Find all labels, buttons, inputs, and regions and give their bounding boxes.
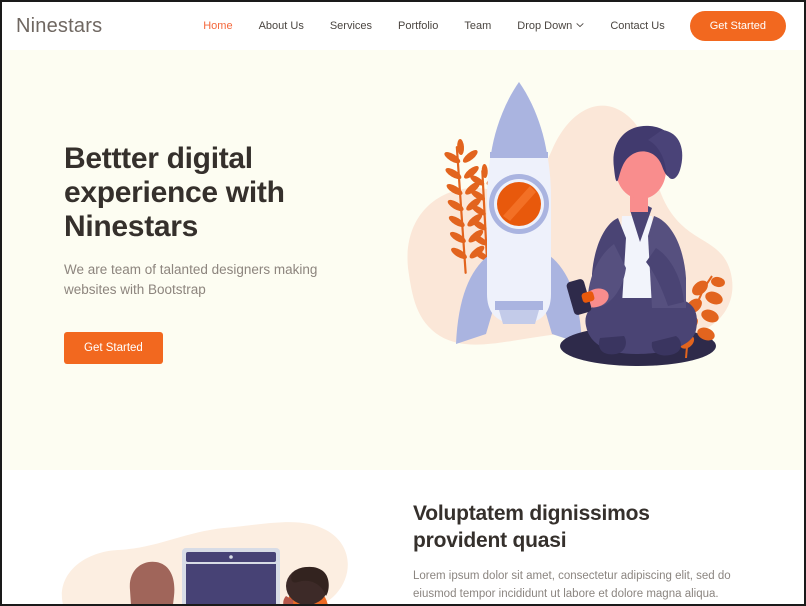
hero-subtitle: We are team of talanted designers making… (64, 262, 318, 297)
site-header: Ninestars Home About Us Services Portfol… (2, 2, 804, 50)
nav-item-label: Services (329, 19, 373, 32)
nav-item-team[interactable]: Team (451, 19, 504, 32)
monitor-icon (182, 548, 280, 604)
nav-item-drop-down[interactable]: Drop Down (504, 19, 597, 32)
hero-get-started-button[interactable]: Get Started (64, 332, 163, 364)
features-illustration (54, 512, 394, 604)
hero-inner: Bettter digital experience with Ninestar… (2, 50, 804, 470)
hero-illustration (400, 58, 740, 418)
features-body: Lorem ipsum dolor sit amet, consectetur … (413, 570, 731, 600)
page-root: Ninestars Home About Us Services Portfol… (0, 0, 806, 606)
chevron-down-icon (576, 21, 584, 29)
main-navigation: Home About Us Services Portfolio Team Dr… (190, 11, 786, 41)
hero-section: Bettter digital experience with Ninestar… (2, 50, 804, 470)
features-section: Voluptatem dignissimos provident quasi L… (2, 470, 804, 604)
nav-item-services[interactable]: Services (317, 19, 385, 32)
nav-item-label: Home (203, 19, 233, 32)
header-get-started-button[interactable]: Get Started (689, 11, 786, 41)
features-text-block: Voluptatem dignissimos provident quasi L… (413, 500, 743, 604)
nav-item-label: Drop Down (517, 19, 573, 32)
person-left-figure (129, 561, 175, 604)
nav-item-contact-us[interactable]: Contact Us (597, 19, 677, 32)
nav-item-about-us[interactable]: About Us (246, 19, 317, 32)
brand-logo[interactable]: Ninestars (16, 15, 102, 38)
nav-item-label: Portfolio (398, 19, 439, 32)
nav-item-label: About Us (258, 19, 304, 32)
nav-item-portfolio[interactable]: Portfolio (385, 19, 451, 32)
hero-text-block: Bettter digital experience with Ninestar… (64, 142, 384, 364)
nav-item-home[interactable]: Home (190, 19, 245, 32)
hero-title: Bettter digital experience with Ninestar… (64, 142, 285, 243)
features-title: Voluptatem dignissimos provident quasi (413, 502, 650, 552)
nav-item-label: Contact Us (610, 19, 665, 32)
nav-item-label: Team (464, 19, 492, 32)
